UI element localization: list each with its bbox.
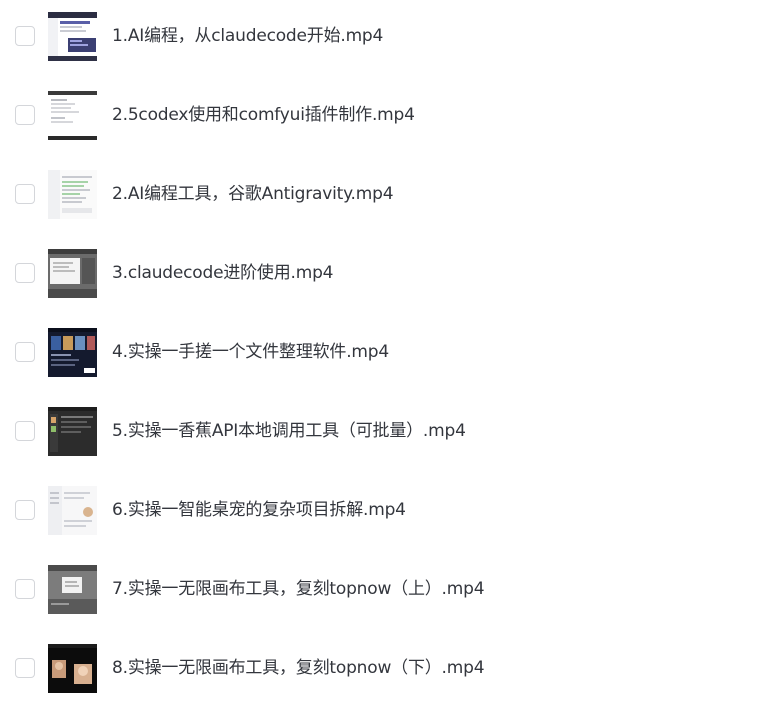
file-name[interactable]: 8.实操一无限画布工具，复刻topnow（下）.mp4 <box>112 654 485 682</box>
file-name[interactable]: 5.实操一香蕉API本地调用工具（可批量）.mp4 <box>112 417 466 445</box>
select-checkbox[interactable] <box>15 26 35 46</box>
video-thumbnail-icon[interactable] <box>48 407 97 456</box>
select-checkbox[interactable] <box>15 105 35 125</box>
file-row[interactable]: 2.AI编程工具，谷歌Antigravity.mp4 <box>0 164 768 224</box>
video-thumbnail-icon[interactable] <box>48 12 97 61</box>
select-checkbox[interactable] <box>15 658 35 678</box>
file-row[interactable]: 2.5codex使用和comfyui插件制作.mp4 <box>0 85 768 145</box>
file-row[interactable]: 1.AI编程，从claudecode开始.mp4 <box>0 6 768 66</box>
video-thumbnail-icon[interactable] <box>48 565 97 614</box>
file-name[interactable]: 1.AI编程，从claudecode开始.mp4 <box>112 22 383 50</box>
file-name[interactable]: 2.5codex使用和comfyui插件制作.mp4 <box>112 101 415 129</box>
select-checkbox[interactable] <box>15 500 35 520</box>
video-thumbnail-icon[interactable] <box>48 91 97 140</box>
video-thumbnail-icon[interactable] <box>48 644 97 693</box>
select-checkbox[interactable] <box>15 579 35 599</box>
video-thumbnail-icon[interactable] <box>48 170 97 219</box>
file-name[interactable]: 6.实操一智能桌宠的复杂项目拆解.mp4 <box>112 496 406 524</box>
file-name[interactable]: 7.实操一无限画布工具，复刻topnow（上）.mp4 <box>112 575 485 603</box>
file-row[interactable]: 3.claudecode进阶使用.mp4 <box>0 243 768 303</box>
file-name[interactable]: 2.AI编程工具，谷歌Antigravity.mp4 <box>112 180 394 208</box>
video-thumbnail-icon[interactable] <box>48 328 97 377</box>
select-checkbox[interactable] <box>15 421 35 441</box>
file-row[interactable]: 5.实操一香蕉API本地调用工具（可批量）.mp4 <box>0 401 768 461</box>
file-name[interactable]: 3.claudecode进阶使用.mp4 <box>112 259 334 287</box>
file-row[interactable]: 7.实操一无限画布工具，复刻topnow（上）.mp4 <box>0 559 768 619</box>
select-checkbox[interactable] <box>15 263 35 283</box>
select-checkbox[interactable] <box>15 184 35 204</box>
file-name[interactable]: 4.实操一手搓一个文件整理软件.mp4 <box>112 338 389 366</box>
video-thumbnail-icon[interactable] <box>48 486 97 535</box>
file-row[interactable]: 8.实操一无限画布工具，复刻topnow（下）.mp4 <box>0 638 768 698</box>
file-row[interactable]: 4.实操一手搓一个文件整理软件.mp4 <box>0 322 768 382</box>
file-row[interactable]: 6.实操一智能桌宠的复杂项目拆解.mp4 <box>0 480 768 540</box>
video-thumbnail-icon[interactable] <box>48 249 97 298</box>
select-checkbox[interactable] <box>15 342 35 362</box>
